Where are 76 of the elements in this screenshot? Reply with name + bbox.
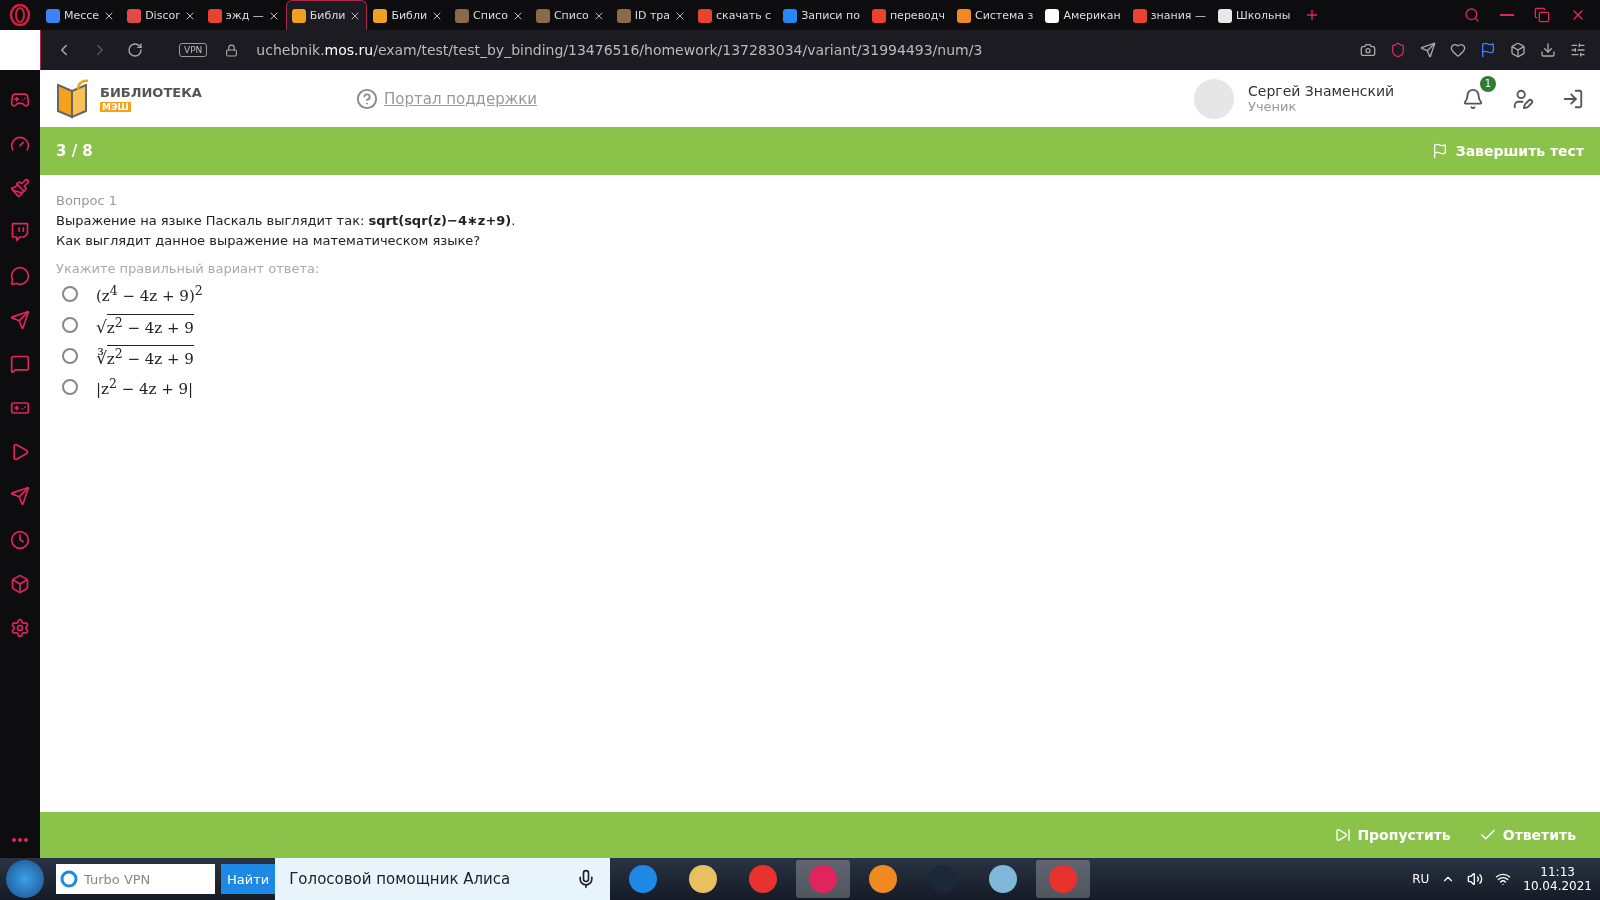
browser-tab[interactable]: Система з [950,0,1040,30]
radio-button[interactable] [62,379,78,395]
answer-hint: Укажите правильный вариант ответа: [56,261,321,276]
send-icon [10,486,30,506]
question-number: Вопрос 1 [56,193,119,208]
radio-button[interactable] [62,348,78,364]
avatar [1194,78,1234,119]
network-icon [1495,871,1512,887]
user-edit-icon [1512,87,1534,110]
user-name: Сергей Знаменский [1248,83,1396,99]
gamepad-icon [10,90,30,110]
search-box[interactable]: Turbo VPN [56,864,215,894]
answer-formula: (z$^{4}$ − 4z + 9)$^{2}$ [96,283,203,305]
shield-icon [1390,42,1406,58]
brush-icon [10,178,30,198]
browser-tab[interactable]: Записи по [777,0,866,30]
skip-icon [1335,827,1352,843]
browser-tab[interactable]: скачать с [692,0,778,30]
logo-title: БИБЛИОТЕКА [100,85,202,100]
browser-logo-icon[interactable] [9,4,31,26]
browser-tab[interactable]: переводч [865,0,951,30]
browser-tab[interactable]: Discor [121,0,202,30]
search-icon [1464,7,1480,23]
address-bar-url[interactable]: uchebnik.mos.ru/exam/test/test_by_binding/13476516/homework/137283034/variant/31994493/num/3 [256,42,983,58]
cube-icon [10,574,30,594]
browser-tab[interactable]: Библи [367,0,450,30]
browser-tab[interactable]: Списо [449,0,530,30]
flag-icon [1480,42,1496,58]
help-icon [356,87,378,110]
vpn-badge[interactable]: VPN [179,43,208,57]
find-button[interactable]: Найти [221,864,276,894]
radio-button[interactable] [62,317,78,333]
browser-tab[interactable]: Библи [285,0,368,30]
bell-icon [1462,87,1484,110]
logo-label: МЭШ [100,102,131,112]
camera-icon [1360,42,1376,58]
message-icon [10,354,30,374]
send-icon [1420,42,1436,58]
browser-tab[interactable]: Мессе [40,0,122,30]
browser-tab[interactable]: Списо [529,0,611,30]
question-text: Выражение на языке Паскаль выглядит так: sqrt(sqr(z)−4∗z+9). [56,213,517,228]
question-text: Как выглядит данное выражение на математическом языке? [56,233,482,248]
reload-icon [127,42,143,58]
settings-icon [10,618,30,638]
language-indicator[interactable]: RU [1412,872,1430,886]
lock-icon [225,43,239,57]
more-icon[interactable] [12,838,28,842]
heart-icon [1450,42,1466,58]
answer-formula: |z$^{2}$ − 4z + 9| [96,376,194,398]
assistant-label: Голосовой помощник Алиса [289,870,511,888]
gauge-icon [10,134,30,154]
clock-icon [10,530,30,550]
browser-tab[interactable]: Американ [1039,0,1127,30]
logout-icon [1562,87,1584,110]
browser-tab[interactable]: знания — [1126,0,1212,30]
browser-tab[interactable]: эжд — [201,0,286,30]
notification-badge: 1 [1480,75,1496,92]
answer-formula: ∛z$^{2}$ − 4z + 9 [96,344,194,368]
settings-icon [1570,42,1586,58]
browser-tab[interactable]: ID тра [610,0,693,30]
cube-icon [1510,42,1526,58]
play-icon [10,442,30,462]
answer-formula: √z$^{2}$ − 4z + 9 [96,313,194,337]
flag-icon [1431,143,1448,159]
clock[interactable]: 11:13 10.04.2021 [1523,865,1592,893]
voice-assistant-bar[interactable]: Голосовой помощник Алиса [275,858,611,900]
browser-tab[interactable]: Школьны [1211,0,1297,30]
restore-icon [1534,7,1550,23]
download-icon [1540,42,1556,58]
speaker-icon [1467,871,1484,887]
radio-button[interactable] [62,286,78,302]
question-counter: 3 / 8 [56,142,93,160]
paper-plane-icon [10,310,30,330]
start-button[interactable] [6,860,44,898]
chat-bubble-icon [10,222,30,242]
user-role: Ученик [1248,99,1298,114]
